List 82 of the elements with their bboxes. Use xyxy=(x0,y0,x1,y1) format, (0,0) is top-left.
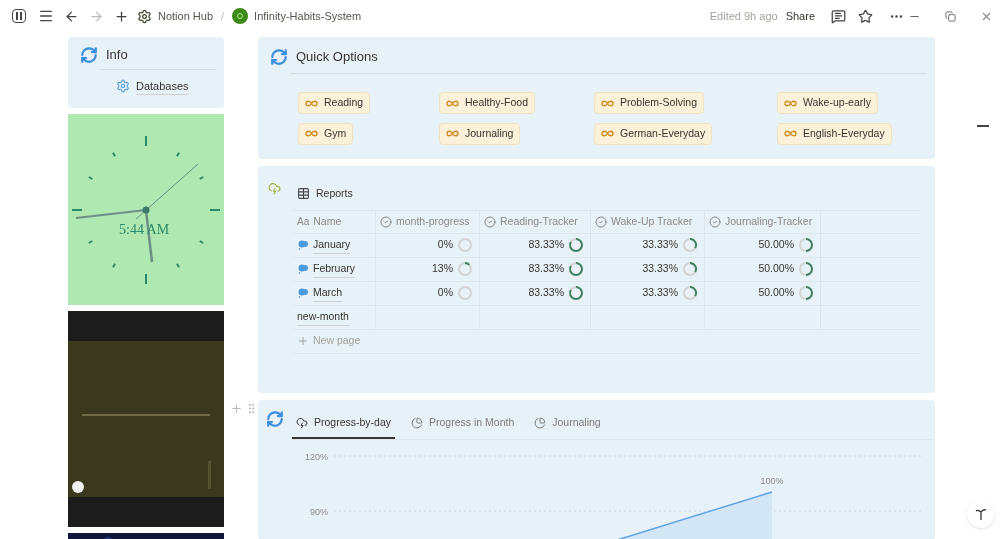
add-icon xyxy=(297,335,309,348)
databases-link[interactable]: Databases xyxy=(136,77,189,95)
progress-ring xyxy=(568,237,584,254)
add-icon[interactable] xyxy=(114,8,129,24)
infinity-icon xyxy=(305,130,318,137)
view-tab[interactable]: Progress-by-day xyxy=(292,415,396,439)
infinity-icon xyxy=(305,99,318,107)
habit-button[interactable]: Problem-Solving xyxy=(594,92,705,114)
sync-icon xyxy=(266,410,284,428)
progress-ring xyxy=(568,261,584,278)
restore-icon[interactable] xyxy=(945,10,956,22)
back-icon[interactable] xyxy=(64,8,79,24)
text-type-icon: Aa xyxy=(297,214,310,230)
pie-chart-icon xyxy=(411,417,424,430)
habit-button[interactable]: English-Everyday xyxy=(777,122,892,145)
pie-chart-icon xyxy=(534,417,547,430)
progress-ring xyxy=(682,285,698,302)
progress-ring xyxy=(568,285,584,302)
progress-ring xyxy=(798,261,814,278)
progress-ring xyxy=(682,261,698,278)
infinity-icon xyxy=(784,99,797,107)
axis-label: 120% xyxy=(304,452,328,462)
percent-value: 83.33% xyxy=(528,285,564,301)
breadcrumb-link[interactable]: Notion Hub xyxy=(158,7,214,25)
percent-value: 13% xyxy=(432,261,453,277)
percent-value: 33.33% xyxy=(642,237,678,253)
infinity-icon xyxy=(446,130,459,137)
help-button[interactable] xyxy=(967,500,995,528)
percent-value: 50.00% xyxy=(758,261,794,277)
row-title[interactable]: new-month xyxy=(297,308,349,326)
infinity-icon xyxy=(784,130,797,137)
percent-value: 50.00% xyxy=(758,285,794,301)
progress-ring xyxy=(798,285,814,302)
view-tab[interactable]: Journaling xyxy=(530,415,605,439)
quick-options-heading: Quick Options xyxy=(296,48,378,66)
view-tab[interactable]: Progress in Month xyxy=(407,415,519,439)
edited-time: Edited 9h ago xyxy=(709,8,778,24)
table-icon xyxy=(297,187,310,201)
habit-button[interactable]: Gym xyxy=(298,122,354,145)
menu-icon[interactable] xyxy=(38,8,54,24)
percent-value: 83.33% xyxy=(528,261,564,277)
row-title[interactable]: February xyxy=(313,260,355,278)
progress-ring xyxy=(457,285,473,302)
row-title[interactable]: March xyxy=(313,284,343,302)
percent-value: 33.33% xyxy=(642,261,678,277)
info-heading: Info xyxy=(106,46,128,64)
infinity-icon xyxy=(601,99,614,107)
infinity-icon xyxy=(601,130,614,137)
percent-value: 33.33% xyxy=(642,285,678,301)
percent-value: 50.00% xyxy=(758,237,794,253)
gear-icon xyxy=(137,8,152,24)
row-title[interactable]: January xyxy=(313,236,351,254)
cloud-icon xyxy=(297,287,309,300)
progress-ring xyxy=(798,237,814,254)
percent-value: 0% xyxy=(437,237,453,253)
habit-button[interactable]: German-Everyday xyxy=(594,122,713,145)
cloud-icon xyxy=(297,263,309,276)
progress-ring xyxy=(457,237,473,254)
progress-ring xyxy=(457,261,473,278)
sync-icon xyxy=(80,45,98,64)
power-icon xyxy=(232,8,249,24)
share-button[interactable]: Share xyxy=(785,7,815,25)
breadcrumb-separator: / xyxy=(221,8,225,24)
cloud-icon xyxy=(296,417,308,430)
progress-ring xyxy=(682,237,698,254)
habit-button[interactable]: Journaling xyxy=(439,122,521,145)
comment-icon[interactable] xyxy=(831,8,846,24)
habit-button[interactable]: Reading xyxy=(298,92,371,114)
outline-marker[interactable] xyxy=(977,125,989,127)
infinity-icon xyxy=(446,99,459,107)
axis-label: 90% xyxy=(310,507,328,517)
habit-button[interactable]: Wake-up-early xyxy=(777,92,878,114)
cloud-icon xyxy=(297,239,309,252)
sync-icon xyxy=(270,47,288,66)
data-label: 100% xyxy=(760,476,784,486)
habit-button[interactable]: Healthy-Food xyxy=(439,92,536,114)
percent-value: 0% xyxy=(437,285,453,301)
breadcrumb-link[interactable]: Infinity-Habits-System xyxy=(254,7,362,25)
database-title: Reports xyxy=(316,186,353,201)
gear-icon xyxy=(116,79,130,94)
star-icon[interactable] xyxy=(858,8,873,24)
percent-value: 83.33% xyxy=(528,237,564,253)
